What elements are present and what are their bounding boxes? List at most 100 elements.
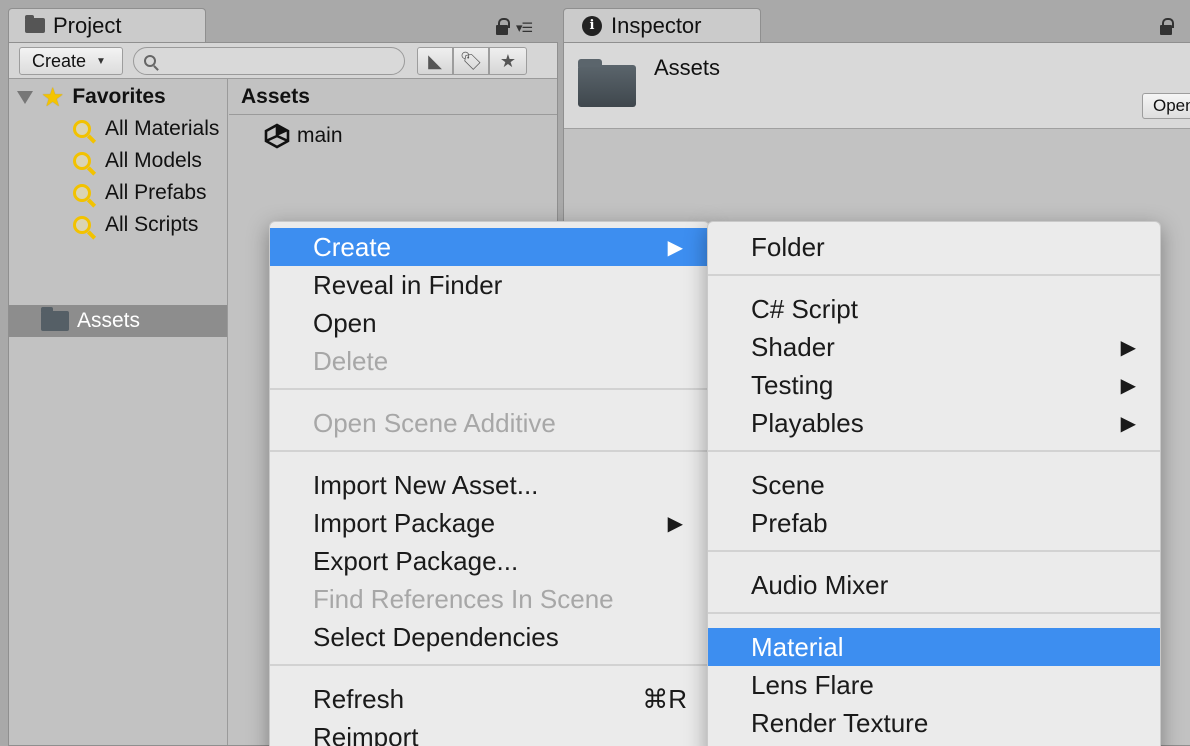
submenu-item-audio-mixer[interactable]: Audio Mixer bbox=[708, 566, 1160, 604]
submenu-item-render-texture[interactable]: Render Texture bbox=[708, 704, 1160, 742]
menu-item-open[interactable]: Open bbox=[270, 304, 709, 342]
search-icon bbox=[144, 55, 156, 67]
asset-item-main[interactable]: main bbox=[263, 121, 343, 151]
save-search-button[interactable]: ★ bbox=[489, 47, 527, 75]
submenu-arrow-icon: ▶ bbox=[1120, 336, 1136, 359]
open-button-label: Open bbox=[1153, 96, 1190, 115]
menu-item-label: Reveal in Finder bbox=[313, 269, 503, 300]
favorites-title: Favorites bbox=[72, 85, 166, 108]
menu-item-label: Prefab bbox=[751, 507, 828, 538]
menu-item-import-package[interactable]: Import Package ▶ bbox=[270, 504, 709, 542]
filter-by-label-button[interactable]: 🏷 bbox=[453, 47, 489, 75]
menu-separator bbox=[270, 664, 709, 666]
filter-by-type-button[interactable]: ◣ bbox=[417, 47, 453, 75]
menu-item-import-new-asset[interactable]: Import New Asset... bbox=[270, 466, 709, 504]
favorite-item[interactable]: All Prefabs bbox=[73, 177, 207, 209]
assets-header-label: Assets bbox=[241, 84, 310, 108]
panel-menu-icon[interactable]: ▾☰ bbox=[516, 21, 533, 34]
asset-item-label: main bbox=[297, 124, 343, 147]
submenu-item-shader[interactable]: Shader ▶ bbox=[708, 328, 1160, 366]
tab-project[interactable]: Project bbox=[8, 8, 206, 42]
search-filter-icon bbox=[73, 216, 91, 234]
folder-icon bbox=[578, 59, 636, 107]
menu-item-label: Lens Flare bbox=[751, 669, 874, 700]
submenu-item-playables[interactable]: Playables ▶ bbox=[708, 404, 1160, 442]
create-dropdown[interactable]: Create ▼ bbox=[19, 47, 123, 75]
menu-item-label: Delete bbox=[313, 345, 389, 376]
favorite-item[interactable]: All Materials bbox=[73, 113, 219, 145]
submenu-item-lens-flare[interactable]: Lens Flare bbox=[708, 666, 1160, 704]
menu-item-label: Create bbox=[313, 231, 392, 262]
favorite-item-label: All Materials bbox=[105, 117, 220, 140]
menu-item-label: C# Script bbox=[751, 293, 858, 324]
menu-item-label: Export Package... bbox=[313, 545, 519, 576]
menu-item-label: Audio Mixer bbox=[751, 569, 889, 600]
search-input[interactable] bbox=[133, 47, 405, 75]
favorites-pane: ★ Favorites All Materials All Models All… bbox=[9, 79, 228, 745]
menu-item-reveal-in-finder[interactable]: Reveal in Finder bbox=[270, 266, 709, 304]
submenu-arrow-icon: ▶ bbox=[667, 512, 683, 535]
inspector-tab-controls bbox=[1160, 16, 1174, 38]
submenu-arrow-icon: ▶ bbox=[1120, 412, 1136, 435]
search-filter-icon bbox=[73, 120, 91, 138]
menu-item-label: Reimport bbox=[313, 721, 419, 746]
shapes-icon: ◣ bbox=[428, 50, 442, 71]
create-submenu: Folder C# Script Shader ▶ Testing ▶ Play… bbox=[707, 221, 1161, 746]
menu-item-label: Folder bbox=[751, 231, 825, 262]
menu-item-label: Select Dependencies bbox=[313, 621, 559, 652]
inspector-title: Assets bbox=[654, 55, 721, 80]
assets-breadcrumb[interactable]: Assets bbox=[229, 79, 557, 115]
menu-separator bbox=[270, 450, 709, 452]
menu-item-shortcut: ⌘R bbox=[642, 683, 687, 714]
submenu-item-scene[interactable]: Scene bbox=[708, 466, 1160, 504]
menu-separator bbox=[708, 550, 1160, 552]
favorite-item-label: All Models bbox=[105, 149, 202, 172]
search-filter-icon bbox=[73, 184, 91, 202]
menu-item-delete: Delete bbox=[270, 342, 709, 380]
menu-item-refresh[interactable]: Refresh ⌘R bbox=[270, 680, 709, 718]
open-button[interactable]: Open bbox=[1142, 93, 1190, 119]
menu-item-label: Open Scene Additive bbox=[313, 407, 556, 438]
menu-item-find-references-in-scene: Find References In Scene bbox=[270, 580, 709, 618]
submenu-item-prefab[interactable]: Prefab bbox=[708, 504, 1160, 542]
menu-separator bbox=[708, 274, 1160, 276]
expand-triangle-icon[interactable] bbox=[17, 90, 33, 104]
menu-separator bbox=[708, 450, 1160, 452]
menu-item-reimport[interactable]: Reimport bbox=[270, 718, 709, 746]
unity-scene-icon bbox=[264, 123, 290, 149]
menu-item-select-dependencies[interactable]: Select Dependencies bbox=[270, 618, 709, 656]
menu-item-label: Shader bbox=[751, 331, 835, 362]
project-tab-controls: ▾☰ bbox=[496, 16, 533, 38]
tab-inspector[interactable]: i Inspector bbox=[563, 8, 761, 42]
submenu-item-csharp-script[interactable]: C# Script bbox=[708, 290, 1160, 328]
menu-item-label: Import New Asset... bbox=[313, 469, 539, 500]
submenu-item-material[interactable]: Material bbox=[708, 628, 1160, 666]
tag-icon: 🏷 bbox=[459, 50, 483, 71]
favorites-star-icon: ★ bbox=[41, 81, 65, 112]
favorite-item-label: All Prefabs bbox=[105, 181, 207, 204]
menu-item-label: Render Texture bbox=[751, 707, 929, 738]
menu-item-create[interactable]: Create ▶ bbox=[270, 228, 709, 266]
favorite-item-label: All Scripts bbox=[105, 213, 199, 236]
tree-item-assets-label: Assets bbox=[77, 309, 141, 332]
menu-item-label: Scene bbox=[751, 469, 825, 500]
menu-item-label: Material bbox=[751, 631, 844, 662]
favorite-item[interactable]: All Scripts bbox=[73, 209, 198, 241]
submenu-item-folder[interactable]: Folder bbox=[708, 228, 1160, 266]
menu-item-label: Import Package bbox=[313, 507, 496, 538]
search-filter-icon bbox=[73, 152, 91, 170]
tab-inspector-label: Inspector bbox=[611, 12, 702, 38]
menu-item-export-package[interactable]: Export Package... bbox=[270, 542, 709, 580]
submenu-item-testing[interactable]: Testing ▶ bbox=[708, 366, 1160, 404]
submenu-arrow-icon: ▶ bbox=[667, 236, 683, 259]
menu-item-label: Find References In Scene bbox=[313, 583, 614, 614]
folder-icon bbox=[25, 15, 45, 33]
info-icon: i bbox=[582, 15, 602, 36]
lock-icon[interactable] bbox=[1160, 18, 1174, 35]
submenu-arrow-icon: ▶ bbox=[1120, 374, 1136, 397]
favorite-item[interactable]: All Models bbox=[73, 145, 202, 177]
tree-item-assets[interactable]: Assets bbox=[9, 305, 227, 337]
favorites-header[interactable]: ★ Favorites bbox=[9, 81, 166, 113]
star-icon: ★ bbox=[499, 50, 517, 71]
lock-icon[interactable] bbox=[496, 18, 510, 35]
